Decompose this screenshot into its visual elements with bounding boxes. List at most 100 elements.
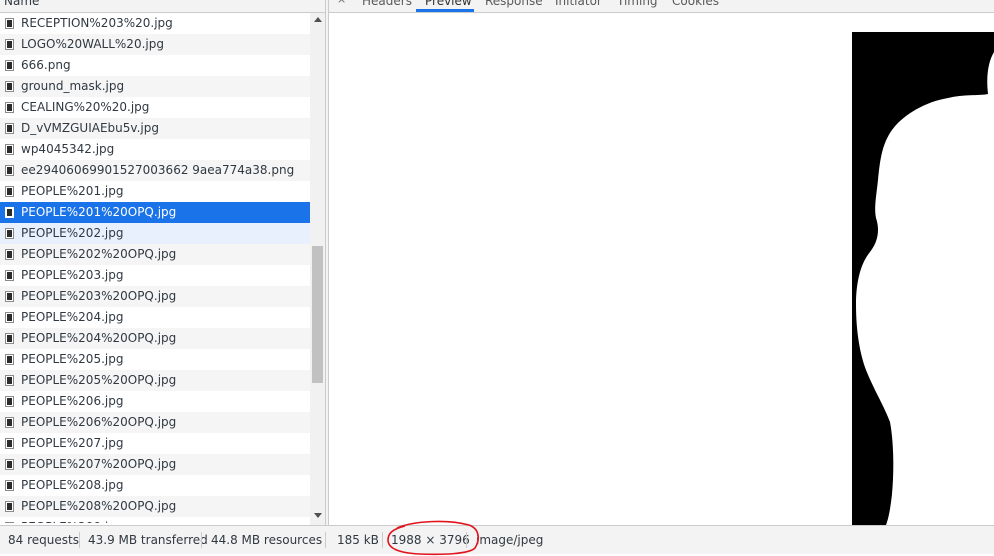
name-column-header[interactable]: Name — [4, 0, 39, 8]
tab-timing[interactable]: Timing — [617, 0, 658, 8]
request-name: PEOPLE%205.jpg — [21, 352, 124, 366]
request-row[interactable]: ground_mask.jpg — [0, 76, 310, 97]
request-name: CEALING%20%20.jpg — [21, 100, 150, 114]
request-row[interactable]: PEOPLE%205%20OPQ.jpg — [0, 370, 310, 391]
request-name: PEOPLE%206.jpg — [21, 394, 124, 408]
status-separator — [201, 532, 202, 548]
request-name: PEOPLE%201%20OPQ.jpg — [21, 205, 177, 219]
image-file-icon — [5, 459, 14, 470]
request-name: PEOPLE%203%20OPQ.jpg — [21, 289, 177, 303]
request-row[interactable]: PEOPLE%201.jpg — [0, 181, 310, 202]
image-file-icon — [5, 375, 14, 386]
request-name: PEOPLE%202.jpg — [21, 226, 124, 240]
request-row[interactable]: PEOPLE%204.jpg — [0, 307, 310, 328]
image-file-icon — [5, 207, 14, 218]
request-row[interactable]: D_vVMZGUIAEbu5v.jpg — [0, 118, 310, 139]
request-name: PEOPLE%207%20OPQ.jpg — [21, 457, 177, 471]
request-row[interactable]: ee29406069901527003662 9aea774a38.png — [0, 160, 310, 181]
image-file-icon — [5, 333, 14, 344]
image-file-icon — [5, 480, 14, 491]
request-name: PEOPLE%209.jpg — [21, 517, 123, 523]
image-file-icon — [5, 186, 14, 197]
tab-cookies[interactable]: Cookies — [672, 0, 719, 8]
request-name: D_vVMZGUIAEbu5v.jpg — [21, 121, 159, 135]
request-name: ground_mask.jpg — [21, 79, 125, 93]
image-file-icon — [5, 291, 14, 302]
tab-response[interactable]: Response — [485, 0, 543, 8]
request-name: 666.png — [21, 58, 71, 72]
request-name: LOGO%20WALL%20.jpg — [21, 37, 164, 51]
request-count: 84 requests — [8, 533, 79, 547]
request-name: PEOPLE%201.jpg — [21, 184, 124, 198]
active-tab-indicator — [416, 9, 474, 12]
request-list-scrollbar[interactable] — [310, 13, 325, 525]
request-row[interactable]: PEOPLE%202%20OPQ.jpg — [0, 244, 310, 265]
detail-tabbar: × Headers Preview Response Initiator Tim… — [329, 0, 994, 13]
request-row[interactable]: RECEPTION%203%20.jpg — [0, 13, 310, 34]
transferred-size: 43.9 MB transferred — [88, 533, 208, 547]
image-file-icon — [5, 354, 14, 365]
request-name: PEOPLE%205%20OPQ.jpg — [21, 373, 177, 387]
request-row[interactable]: 666.png — [0, 55, 310, 76]
scroll-down-arrow-icon[interactable] — [314, 513, 322, 518]
request-name: PEOPLE%208.jpg — [21, 478, 124, 492]
request-row[interactable]: LOGO%20WALL%20.jpg — [0, 34, 310, 55]
request-row-selected[interactable]: PEOPLE%201%20OPQ.jpg — [0, 202, 310, 223]
image-file-icon — [5, 18, 14, 29]
image-file-icon — [5, 81, 14, 92]
request-name: RECEPTION%203%20.jpg — [21, 16, 173, 30]
scrollbar-thumb[interactable] — [312, 246, 323, 383]
request-name: PEOPLE%203.jpg — [21, 268, 124, 282]
image-file-icon — [5, 123, 14, 134]
preview-image — [852, 32, 994, 525]
image-file-icon — [5, 312, 14, 323]
request-row[interactable]: PEOPLE%203%20OPQ.jpg — [0, 286, 310, 307]
request-name: PEOPLE%206%20OPQ.jpg — [21, 415, 177, 429]
request-row[interactable]: PEOPLE%203.jpg — [0, 265, 310, 286]
request-row[interactable]: wp4045342.jpg — [0, 139, 310, 160]
request-row[interactable]: PEOPLE%207.jpg — [0, 433, 310, 454]
image-file-icon — [5, 438, 14, 449]
request-row[interactable]: PEOPLE%206.jpg — [0, 391, 310, 412]
image-file-icon — [5, 165, 14, 176]
tab-initiator[interactable]: Initiator — [555, 0, 602, 8]
close-icon[interactable]: × — [337, 0, 346, 6]
image-file-icon — [5, 396, 14, 407]
request-row[interactable]: PEOPLE%206%20OPQ.jpg — [0, 412, 310, 433]
image-file-icon — [5, 144, 14, 155]
request-row[interactable]: PEOPLE%208%20OPQ.jpg — [0, 496, 310, 517]
request-name: PEOPLE%208%20OPQ.jpg — [21, 499, 177, 513]
image-file-icon — [5, 522, 14, 523]
image-file-icon — [5, 249, 14, 260]
request-list: RECEPTION%203%20.jpg LOGO%20WALL%20.jpg 66… — [0, 13, 310, 525]
status-separator — [79, 532, 80, 548]
annotation-circle — [387, 520, 479, 556]
status-separator — [382, 532, 383, 548]
request-name: PEOPLE%204%20OPQ.jpg — [21, 331, 177, 345]
image-file-icon — [5, 501, 14, 512]
resources-size: 44.8 MB resources — [211, 533, 323, 547]
request-row[interactable]: PEOPLE%209.jpg — [0, 517, 310, 523]
image-file-icon — [5, 60, 14, 71]
request-row[interactable]: CEALING%20%20.jpg — [0, 97, 310, 118]
request-row[interactable]: PEOPLE%202.jpg — [0, 223, 310, 244]
request-name: ee29406069901527003662 9aea774a38.png — [21, 163, 295, 177]
tab-preview[interactable]: Preview — [425, 0, 472, 8]
mime-type: image/jpeg — [476, 533, 544, 547]
request-row[interactable]: PEOPLE%208.jpg — [0, 475, 310, 496]
request-row[interactable]: PEOPLE%207%20OPQ.jpg — [0, 454, 310, 475]
image-file-icon — [5, 102, 14, 113]
status-separator — [325, 532, 326, 548]
status-bar: 84 requests 43.9 MB transferred 44.8 MB … — [0, 525, 994, 554]
request-name: wp4045342.jpg — [21, 142, 115, 156]
image-file-icon — [5, 39, 14, 50]
request-row[interactable]: PEOPLE%205.jpg — [0, 349, 310, 370]
request-name: PEOPLE%202%20OPQ.jpg — [21, 247, 177, 261]
request-name: PEOPLE%204.jpg — [21, 310, 124, 324]
image-preview-pane — [329, 13, 994, 525]
image-file-icon — [5, 417, 14, 428]
request-row[interactable]: PEOPLE%204%20OPQ.jpg — [0, 328, 310, 349]
request-name: PEOPLE%207.jpg — [21, 436, 124, 450]
tab-headers[interactable]: Headers — [362, 0, 412, 8]
scroll-up-arrow-icon[interactable] — [314, 17, 322, 22]
